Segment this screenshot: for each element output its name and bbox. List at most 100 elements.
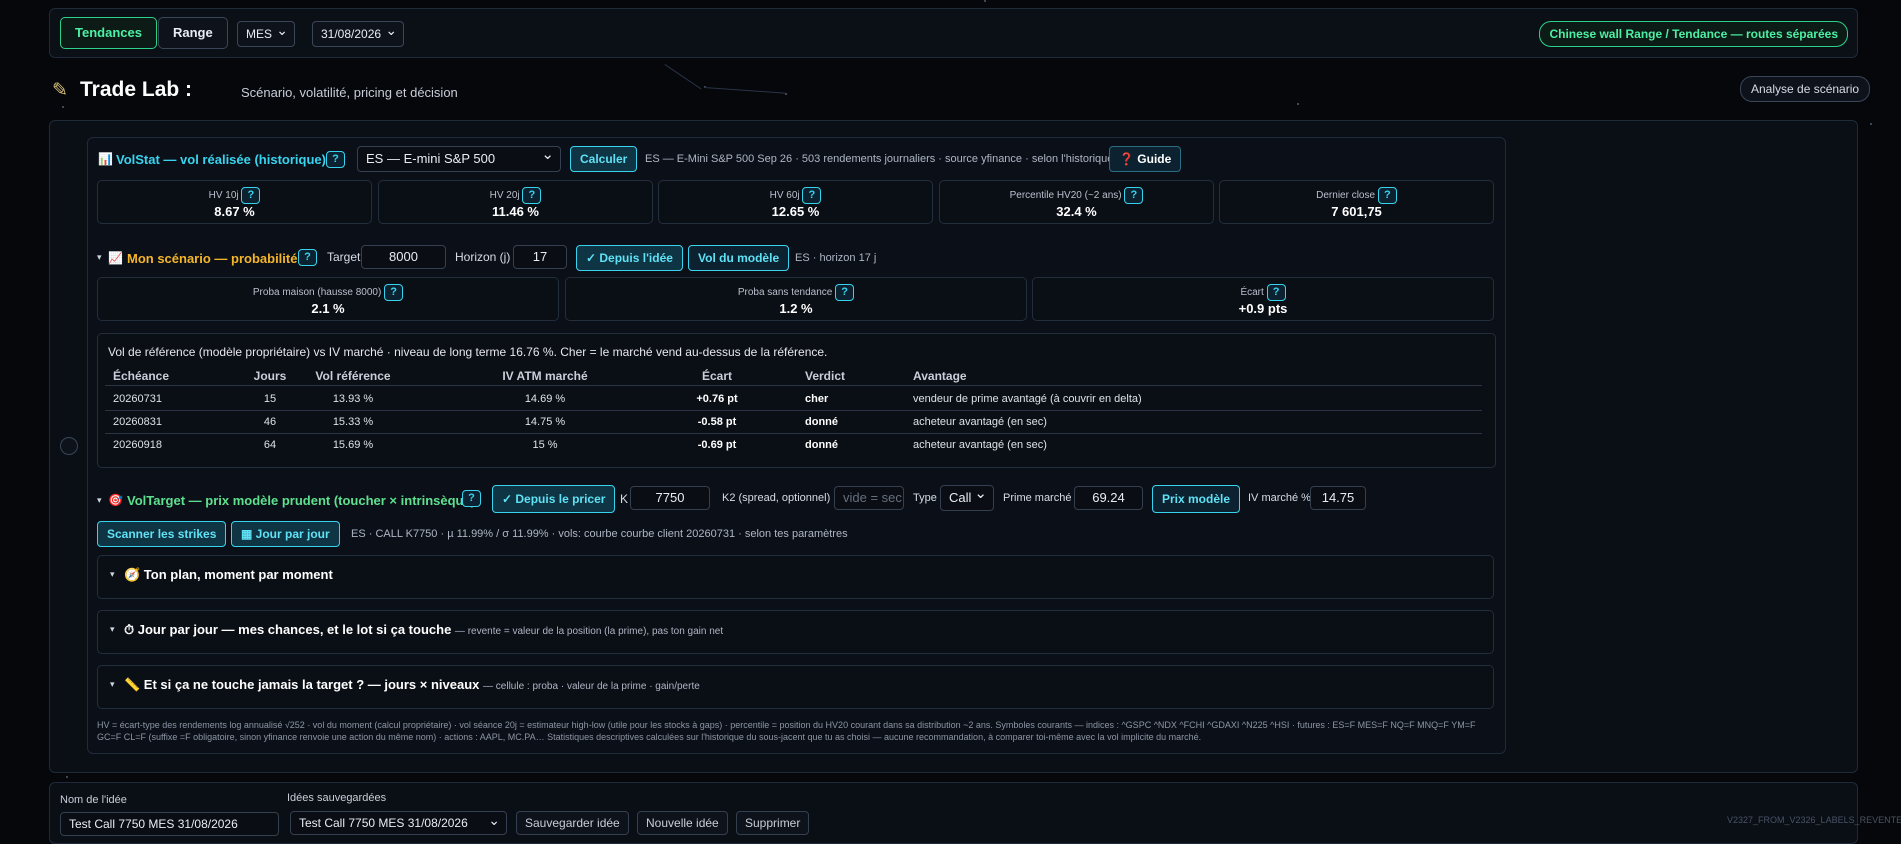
iv-market-label: IV marché % [1248,492,1311,504]
table-header: Écart [701,369,733,383]
stat-value: 8.67 % [214,204,255,219]
idea-name-input[interactable]: Test Call 7750 MES 31/08/2026 [60,812,279,836]
chevron-down-icon[interactable]: ▾ [97,495,102,506]
scenario-analysis-button[interactable]: Analyse de scénario [1740,76,1871,102]
stat-label: Proba sans tendance ? [566,284,1026,301]
save-idea-button[interactable]: Sauvegarder idée [516,811,629,835]
scenario-help-button[interactable]: ? [298,249,317,266]
instrument-select[interactable]: ES — E-mini S&P 500 [357,143,561,172]
calculate-button[interactable]: Calculer [570,146,638,172]
strike-input[interactable]: 7750 [630,486,710,510]
voltarget-heading: VolTarget — prix modèle prudent (toucher… [127,493,476,508]
scenario-card: Écart ? +0.9 pts [1032,277,1494,321]
k2-input[interactable]: vide = sec [834,486,904,510]
stat-help-button[interactable]: ? [241,187,261,204]
stat-value: +0.9 pts [1238,301,1288,316]
test-tube-icon: ✎ [52,80,68,101]
never-touch-title: 📏 Et si ça ne touche jamais la target ? … [124,677,700,693]
day-by-day-button[interactable]: ▦ Jour par jour [231,521,340,547]
market-premium-input[interactable]: 69.24 [1074,486,1143,510]
stat-value: 32.4 % [1056,204,1097,219]
scenario-info: ES · horizon 17 j [795,252,877,264]
stat-help-button[interactable]: ? [802,187,822,204]
since-idea-button[interactable]: ✓ Depuis l'idée [576,245,683,271]
stat-help-button[interactable]: ? [1266,284,1286,301]
saved-ideas-value: Test Call 7750 MES 31/08/2026 [299,816,468,830]
table-cell: 20260831 [113,416,162,428]
stat-label: Proba maison (hausse 8000) ? [98,284,558,301]
table-cell: 13.93 % [332,393,374,405]
tab-range[interactable]: Range [158,17,228,49]
model-vol-button[interactable]: Vol du modèle [688,245,790,271]
stat-help-button[interactable]: ? [384,284,404,301]
table-cell: acheteur avantagé (en sec) [913,439,1047,451]
page-subtitle: Scénario, volatilité, pricing et décisio… [241,85,458,100]
chevron-down-icon[interactable]: ▾ [110,569,115,580]
table-cell: 20260918 [113,439,162,451]
plan-title: 🧭 Ton plan, moment par moment [124,567,333,582]
horizon-input[interactable]: 17 [513,245,567,269]
stat-help-button[interactable]: ? [835,284,855,301]
date-select[interactable]: 31/08/2026 [312,18,405,47]
stat-label: Écart ? [1033,284,1493,301]
model-price-button[interactable]: Prix modèle [1152,485,1241,513]
tab-tendances[interactable]: Tendances [60,17,157,49]
target-label: Target [327,250,361,264]
voltarget-help-button[interactable]: ? [462,490,481,507]
option-type-select[interactable]: Call [940,482,994,511]
vol-table-intro: Vol de référence (modèle propriétaire) v… [108,345,828,359]
version-watermark: V2327_FROM_V2326_LABELS_REVENTE [1727,815,1901,825]
scan-strikes-button[interactable]: Scanner les strikes [97,521,227,547]
day-by-day-title-text: ⏱ Jour par jour — mes chances, et le lot… [124,622,452,637]
target-input[interactable]: 8000 [361,245,446,269]
star-dot [1870,123,1872,125]
iv-market-input[interactable]: 14.75 [1310,486,1366,510]
never-touch-section[interactable]: ▾ 📏 Et si ça ne touche jamais la target … [97,665,1494,709]
volstat-card: HV 60j ? 12.65 % [658,180,933,224]
table-cell: 15 % [532,439,558,451]
table-cell: donné [805,416,838,428]
chevron-down-icon[interactable]: ▾ [110,679,115,690]
table-cell: -0.69 pt [697,439,737,451]
stat-help-button[interactable]: ? [1124,187,1144,204]
stat-value: 1.2 % [779,301,813,316]
table-cell: 20260731 [113,393,162,405]
volstat-help-button[interactable]: ? [326,151,345,168]
stat-help-button[interactable]: ? [1377,187,1397,204]
chevron-down-icon[interactable]: ▾ [97,252,102,263]
star-link [664,64,702,90]
idea-name-label: Nom de l'idée [60,794,127,806]
stat-label: HV 20j ? [379,187,652,204]
saved-ideas-select[interactable]: Test Call 7750 MES 31/08/2026 ⌄ [290,811,507,835]
guide-button[interactable]: ❓ Guide [1109,146,1182,172]
star-dot [62,106,64,108]
stat-value: 11.46 % [492,204,539,219]
table-header: Jours [253,369,287,383]
chevron-down-icon[interactable]: ▾ [110,624,115,635]
plan-section[interactable]: ▾ 🧭 Ton plan, moment par moment [97,555,1494,599]
symbol-select[interactable]: MES [237,18,296,47]
table-header: Échéance [113,369,170,383]
never-touch-subtitle: — cellule : proba · valeur de la prime ·… [483,681,700,692]
table-cell: cher [805,393,829,405]
since-pricer-button[interactable]: ✓ Depuis le pricer [492,485,616,513]
vol-reference-table: Vol de référence (modèle propriétaire) v… [97,333,1496,468]
collapse-toggle[interactable] [60,437,78,455]
chinese-wall-badge[interactable]: Chinese wall Range / Tendance — routes s… [1539,21,1848,47]
page-title: Trade Lab : [80,78,193,101]
scenario-card: Proba maison (hausse 8000) ? 2.1 % [97,277,559,321]
table-divider [105,385,1482,386]
delete-idea-button[interactable]: Supprimer [736,811,810,835]
new-idea-button[interactable]: Nouvelle idée [637,811,728,835]
stat-help-button[interactable]: ? [522,187,542,204]
day-by-day-section[interactable]: ▾ ⏱ Jour par jour — mes chances, et le l… [97,610,1494,654]
table-divider [105,433,1482,434]
star-dot [66,776,68,778]
table-cell: 15.33 % [332,416,374,428]
stat-label: Percentile HV20 (~2 ans) ? [940,187,1213,204]
never-touch-title-text: 📏 Et si ça ne touche jamais la target ? … [124,677,480,692]
target-icon: 🎯 [108,493,123,507]
table-header: Vol référence [315,369,391,383]
stat-label: Dernier close ? [1220,187,1493,204]
table-cell: 14.69 % [524,393,566,405]
